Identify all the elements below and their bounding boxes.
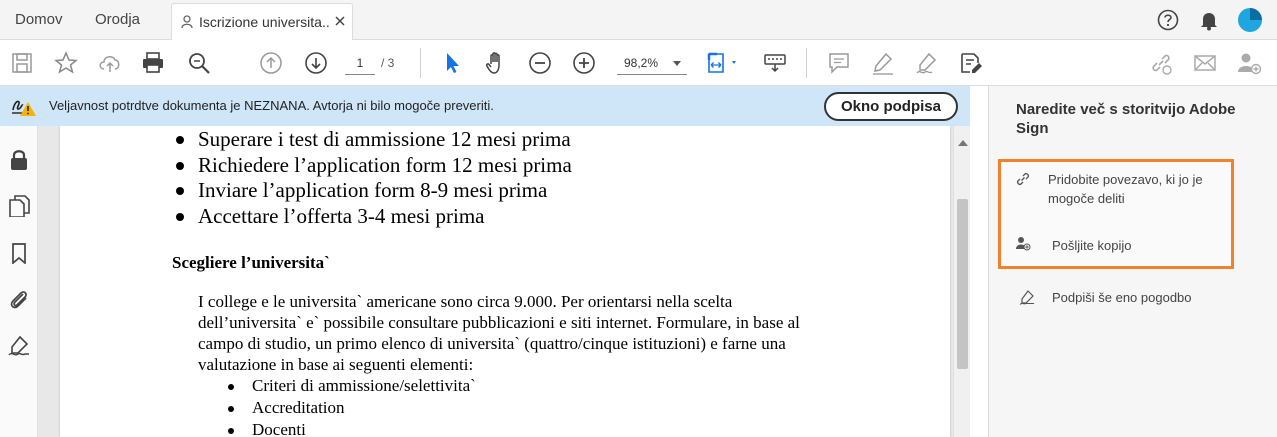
document-sub-bullet-3: Docenti [252, 420, 306, 437]
bullet-marker [228, 428, 234, 434]
document-sub-bullet-1: Criteri di ammissione/selettivita` [252, 376, 476, 395]
acrobat-window: Domov Orodja Iscrizione universita... 1 … [0, 0, 1277, 437]
zoom-level-select[interactable]: 98,2% [617, 51, 687, 75]
panel-title: Naredite več s storitvijo Adobe Sign [1016, 101, 1236, 137]
document-paragraph-line: campo di studio, un primo elenco di univ… [198, 334, 786, 353]
document-bullet-1: Superare i test di ammissione 12 mesi pr… [198, 127, 571, 151]
help-icon[interactable] [1157, 9, 1179, 31]
page-total: / 3 [381, 56, 395, 70]
chevron-down-icon [673, 61, 681, 66]
tab-document[interactable]: Iscrizione universita... [171, 3, 353, 41]
avatar-icon[interactable] [1238, 8, 1262, 32]
notice-text: Veljavnost potrdtve dokumenta je NEZNANA… [49, 98, 494, 113]
get-shareable-link-link[interactable]: Pridobite povezavo, ki jo je mogoče deli… [1048, 170, 1203, 208]
zoom-out-icon[interactable] [527, 50, 553, 76]
document-viewport[interactable]: Superare i test di ammissione 12 mesi pr… [38, 126, 970, 437]
page-up-icon[interactable] [258, 50, 284, 76]
tab-bar: Domov Orodja Iscrizione universita... [0, 0, 1277, 41]
get-link-line-1: Pridobite povezavo, ki jo je [1048, 172, 1203, 187]
page-number-input[interactable]: 1 [345, 51, 375, 75]
mail-icon[interactable] [1192, 50, 1218, 76]
toolbar-divider [806, 48, 807, 78]
zoom-in-icon[interactable] [571, 50, 597, 76]
fit-page-icon[interactable] [705, 50, 741, 76]
document-paragraph-line: valutazione in base ai seguenti elementi… [198, 355, 474, 374]
hand-tool-icon[interactable] [483, 50, 509, 76]
send-copy-link[interactable]: Pošljite kopijo [1052, 236, 1132, 255]
zoom-level-value: 98,2% [624, 56, 659, 70]
bullet-marker [228, 406, 234, 412]
left-navigation-rail [0, 126, 38, 437]
bullet-marker [228, 384, 234, 390]
document-heading: Scegliere l’universita` [172, 253, 330, 272]
user-icon [181, 15, 193, 29]
zoom-search-icon[interactable] [186, 50, 212, 76]
get-link-line-2: mogoče deliti [1048, 191, 1125, 206]
document-paragraph-line: dell’universita` e` possibile consultare… [198, 313, 800, 332]
bullet-marker [176, 136, 184, 144]
toolbar: 1 / 3 98,2% [0, 40, 1277, 86]
sign-pen-icon[interactable] [914, 50, 940, 76]
tab-document-label: Iscrizione universita... [199, 14, 329, 30]
vertical-scrollbar[interactable] [953, 126, 970, 437]
select-tool-icon[interactable] [439, 50, 465, 76]
keyboard-icon[interactable] [762, 50, 788, 76]
bell-icon[interactable] [1198, 9, 1220, 31]
add-user-icon[interactable] [1236, 50, 1262, 76]
tab-home[interactable]: Domov [15, 0, 63, 40]
bullet-marker [176, 162, 184, 170]
sign-agreement-icon [1019, 290, 1034, 305]
star-icon[interactable] [53, 50, 79, 76]
document-bullet-4: Accettare l’offerta 3-4 mesi prima [198, 204, 485, 228]
tab-tools[interactable]: Orodja [95, 0, 140, 40]
close-icon[interactable] [332, 13, 348, 29]
attachment-icon[interactable] [8, 288, 30, 310]
document-bullet-2: Richiedere l’application form 12 mesi pr… [198, 153, 572, 177]
cloud-upload-icon[interactable] [97, 50, 123, 76]
highlight-icon[interactable] [870, 50, 896, 76]
scrollbar-thumb[interactable] [957, 199, 968, 369]
signature-warning-icon [12, 100, 36, 116]
fill-sign-icon[interactable] [958, 50, 984, 76]
print-icon[interactable] [140, 50, 166, 76]
bullet-marker [176, 187, 184, 195]
sign-another-agreement-link[interactable]: Podpiši še eno pogodbo [1052, 288, 1192, 307]
scroll-up-arrow-icon[interactable] [958, 140, 968, 146]
signature-panel-icon[interactable] [8, 334, 30, 356]
toolbar-divider [420, 48, 421, 78]
page-down-icon[interactable] [303, 50, 329, 76]
adobe-sign-panel: Naredite več s storitvijo Adobe Sign Pri… [988, 86, 1277, 437]
document-page: Superare i test di ammissione 12 mesi pr… [60, 126, 950, 437]
signature-panel-button[interactable]: Okno podpisa [824, 92, 958, 121]
signature-validity-notice: Veljavnost potrdtve dokumenta je NEZNANA… [0, 86, 970, 126]
share-link-icon[interactable] [1148, 50, 1174, 76]
lock-icon[interactable] [8, 148, 30, 170]
comment-icon[interactable] [826, 50, 852, 76]
bullet-marker [176, 213, 184, 221]
link-icon [1016, 172, 1030, 186]
document-bullet-3: Inviare l’application form 8-9 mesi prim… [198, 178, 548, 202]
document-sub-bullet-2: Accreditation [252, 398, 345, 417]
highlighted-actions-box: Pridobite povezavo, ki jo je mogoče deli… [998, 159, 1234, 269]
send-copy-icon [1016, 237, 1031, 251]
pages-icon[interactable] [8, 195, 30, 217]
document-paragraph-line: I college e le universita` americane son… [198, 292, 733, 311]
bookmark-icon[interactable] [8, 242, 30, 264]
save-icon[interactable] [9, 50, 35, 76]
